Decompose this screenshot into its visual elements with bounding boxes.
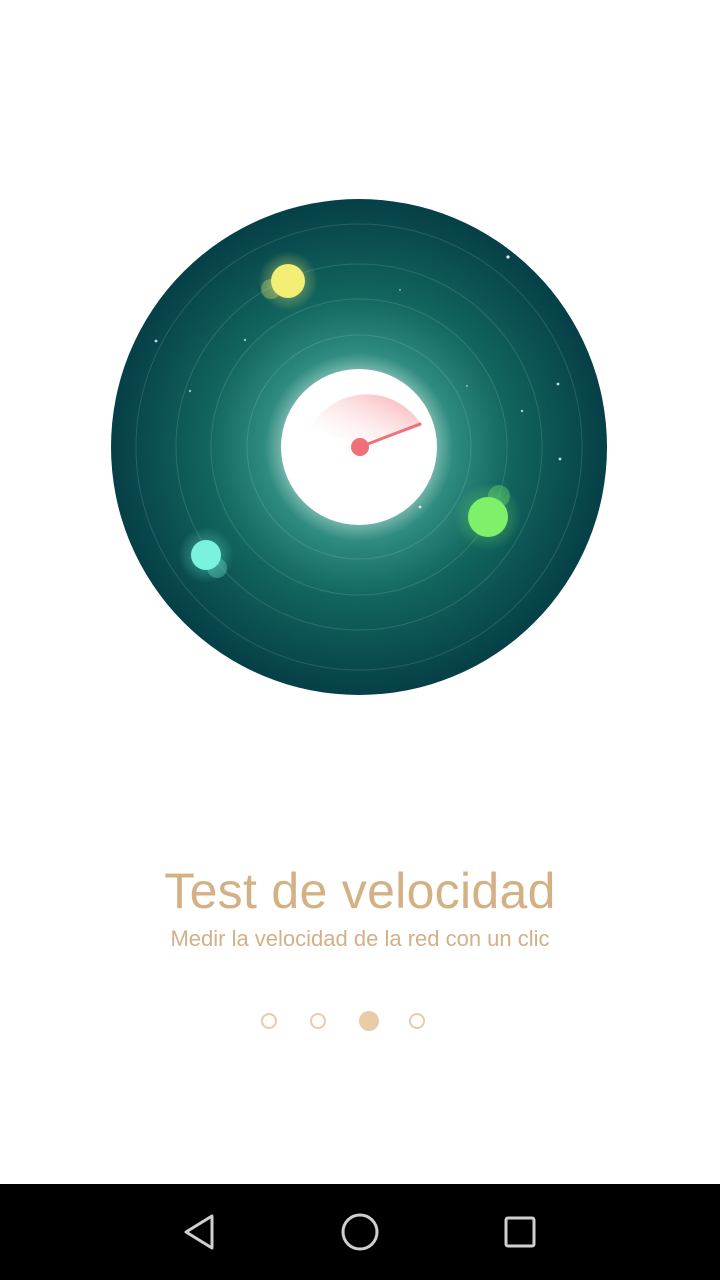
page-dot-2[interactable] (310, 1013, 326, 1029)
home-button[interactable] (330, 1202, 390, 1262)
recents-square-icon (504, 1216, 536, 1248)
speed-test-illustration (111, 199, 607, 695)
page-title: Test de velocidad (164, 863, 556, 919)
back-button[interactable] (170, 1202, 230, 1262)
yellow-orb (271, 264, 305, 298)
page-dot-4[interactable] (409, 1013, 425, 1029)
back-triangle-icon (184, 1214, 214, 1250)
speedometer-icon (111, 199, 607, 695)
cyan-orb (191, 540, 221, 570)
system-nav-bar (0, 1184, 720, 1280)
page-dot-1[interactable] (261, 1013, 277, 1029)
home-circle-icon (341, 1213, 379, 1251)
page-subtitle: Medir la velocidad de la red con un clic (170, 926, 550, 951)
page-dot-3[interactable] (359, 1011, 379, 1031)
needle-pivot (351, 438, 369, 456)
recents-button[interactable] (490, 1202, 550, 1262)
page-indicator (261, 1011, 461, 1035)
green-orb (468, 497, 508, 537)
